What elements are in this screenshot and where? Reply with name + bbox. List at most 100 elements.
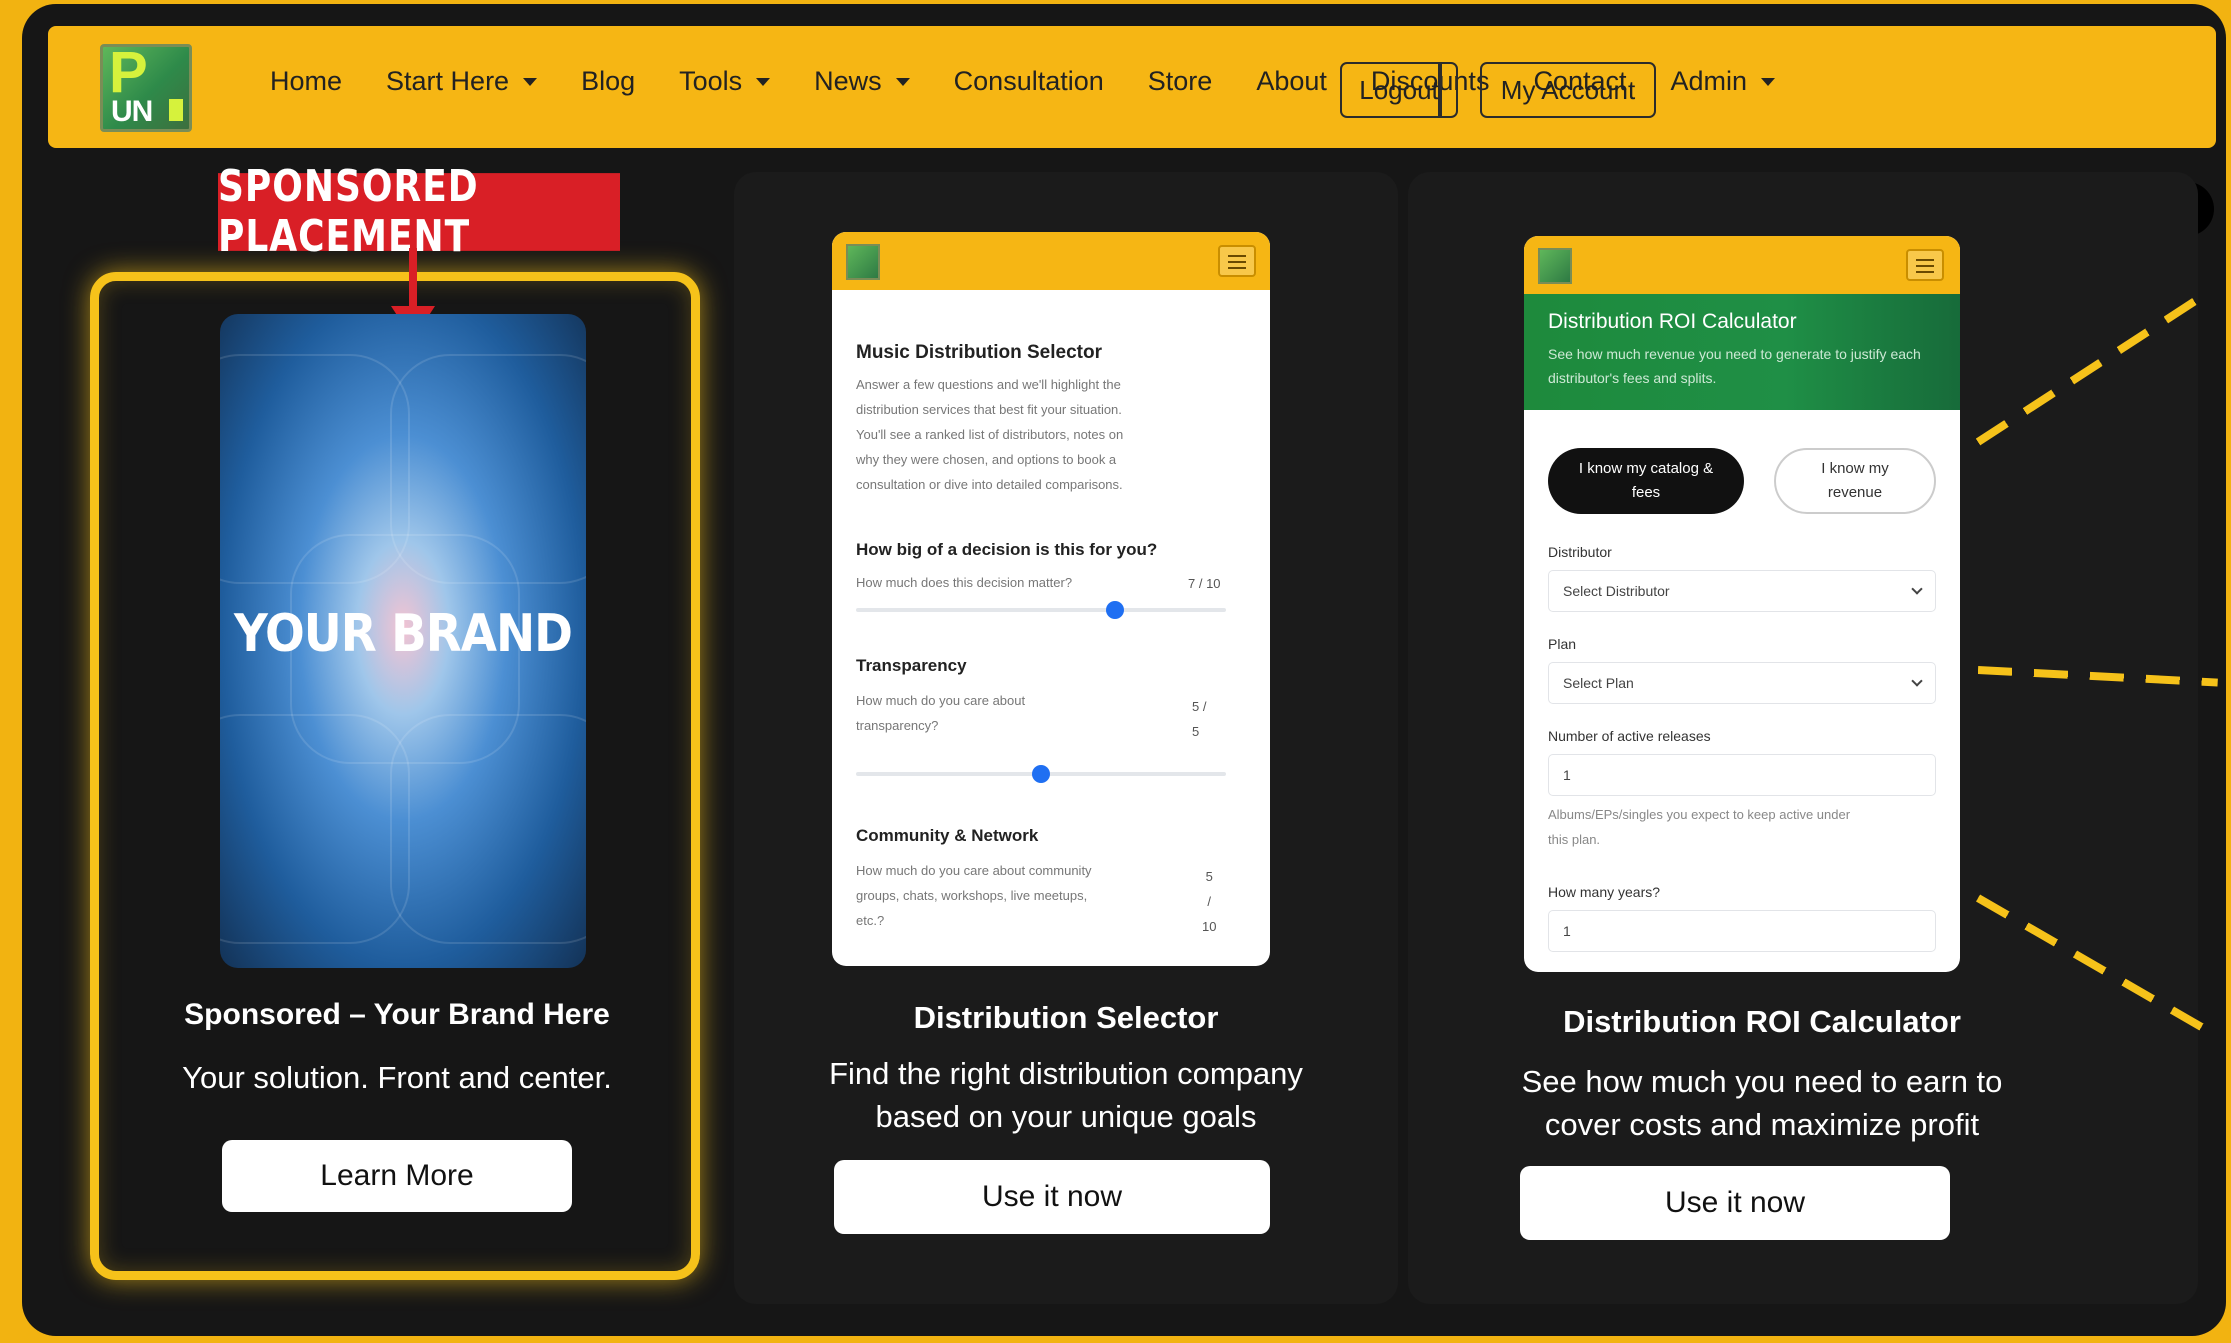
selector-use-button[interactable]: Use it now: [834, 1160, 1270, 1234]
selector-intro: Answer a few questions and we'll highlig…: [856, 372, 1123, 497]
nav-item-start-here[interactable]: Start Here: [386, 66, 538, 97]
q2-value-line: 5: [1192, 724, 1200, 739]
my-account-button[interactable]: My Account: [1480, 62, 1656, 118]
chevron-down-icon: [1911, 675, 1923, 687]
roi-phone-preview: Distribution ROI Calculator See how much…: [1524, 236, 1960, 972]
q1-value: 7 / 10: [1188, 576, 1221, 591]
q3-text-line: groups, chats, workshops, live meetups,: [856, 888, 1088, 903]
nav-item-label: Admin: [1670, 66, 1748, 96]
desc-line: based on your unique goals: [875, 1099, 1257, 1134]
nav-item-label: News: [814, 66, 882, 96]
roi-card-desc: See how much you need to earn to cover c…: [1442, 1060, 2082, 1146]
site-logo[interactable]: P UN: [100, 44, 192, 132]
q3-value-line: 5: [1205, 869, 1213, 884]
nav-item-tools[interactable]: Tools: [679, 66, 771, 97]
selector-card-title: Distribution Selector: [913, 1000, 1219, 1035]
phone-header: [832, 232, 1270, 290]
q3-title: Community & Network: [856, 826, 1039, 845]
nav-item-label: Blog: [581, 66, 636, 96]
caret-down-icon: [756, 77, 771, 86]
q3-text-line: How much do you care about community: [856, 863, 1092, 878]
caret-down-icon: [895, 77, 910, 86]
nav-item-label: Consultation: [953, 66, 1104, 96]
roi-subheading: See how much revenue you need to generat…: [1548, 346, 1921, 386]
intro-line: consultation or dive into detailed compa…: [856, 477, 1123, 492]
plan-label: Plan: [1548, 636, 1577, 652]
learn-more-button[interactable]: Learn More: [222, 1140, 572, 1212]
mini-logo-icon: [846, 244, 880, 280]
q3-value: 5 / 10: [1202, 864, 1216, 939]
years-input[interactable]: 1: [1548, 910, 1936, 952]
q3-value-line: /: [1207, 894, 1212, 909]
logo-mark: [169, 99, 183, 121]
pill-line: revenue: [1827, 484, 1883, 501]
intro-line: You'll see a ranked list of distributors…: [856, 427, 1124, 442]
intro-line: why they were chosen, and options to boo…: [856, 452, 1117, 467]
roi-header-banner: Distribution ROI Calculator See how much…: [1524, 294, 1960, 410]
nav-item-label: Start Here: [386, 66, 510, 96]
roi-heading: Distribution ROI Calculator: [1548, 310, 1797, 333]
releases-label: Number of active releases: [1548, 728, 1711, 744]
nav-item-consultation[interactable]: Consultation: [954, 66, 1104, 97]
plan-select[interactable]: Select Plan: [1548, 662, 1936, 704]
distributor-label: Distributor: [1548, 544, 1612, 560]
q3-value-line: 10: [1202, 919, 1217, 934]
nav-item-about[interactable]: About: [1256, 66, 1327, 97]
nav-spacer: [1438, 62, 1442, 118]
chevron-down-icon: [1911, 583, 1923, 595]
sponsor-arrow-shaft: [409, 248, 417, 310]
help-line: this plan.: [1548, 832, 1601, 847]
desc-line: See how much you need to earn to: [1521, 1064, 2003, 1099]
logo-letters-un: UN: [111, 95, 153, 128]
nav-item-blog[interactable]: Blog: [581, 66, 635, 97]
plan-select-value: Select Plan: [1563, 675, 1634, 691]
q1-text: How much does this decision matter?: [856, 575, 1073, 590]
roi-card-title: Distribution ROI Calculator: [1563, 1004, 1961, 1039]
q2-text-line: transparency?: [856, 718, 939, 733]
nav-item-admin[interactable]: Admin: [1671, 66, 1776, 97]
q2-text-line: How much do you care about: [856, 693, 1026, 708]
distributor-select-value: Select Distributor: [1563, 583, 1670, 599]
hamburger-menu-icon: [1906, 249, 1944, 281]
caret-down-icon: [523, 77, 538, 86]
hamburger-menu-icon: [1218, 245, 1256, 277]
brand-placeholder-text: YOUR BRAND: [234, 604, 573, 664]
nav-item-store[interactable]: Store: [1148, 66, 1213, 97]
pill-line: fees: [1631, 484, 1661, 501]
app-frame: P UN Home Start Here Blog Tools News Consulta…: [22, 4, 2226, 1336]
q3-text-line: etc.?: [856, 913, 885, 928]
phone-header: [1524, 236, 1960, 294]
roi-use-button[interactable]: Use it now: [1520, 1166, 1950, 1240]
pill-line: I know my catalog &: [1578, 460, 1714, 477]
distributor-select[interactable]: Select Distributor: [1548, 570, 1936, 612]
sponsored-placement-tag: SPONSORED PLACEMENT: [218, 162, 620, 262]
mini-logo-icon: [1538, 248, 1572, 284]
sponsor-brand-image: YOUR BRAND: [220, 314, 586, 968]
releases-help: Albums/EPs/singles you expect to keep ac…: [1548, 802, 1850, 852]
top-navbar: P UN Home Start Here Blog Tools News Consulta…: [48, 26, 2216, 148]
q2-value-line: 5 /: [1192, 699, 1207, 714]
intro-line: Answer a few questions and we'll highlig…: [856, 377, 1121, 392]
sponsored-card-desc: Your solution. Front and center.: [182, 1060, 612, 1095]
q1-slider-knob[interactable]: [1106, 601, 1124, 619]
revenue-toggle[interactable]: I know my revenue: [1774, 448, 1936, 514]
nav-item-news[interactable]: News: [814, 66, 910, 97]
intro-line: distribution services that best fit your…: [856, 402, 1122, 417]
nav-item-home[interactable]: Home: [270, 66, 342, 97]
q1-slider[interactable]: [856, 601, 1226, 619]
nav-item-label: About: [1256, 66, 1327, 96]
desc-line: Find the right distribution company: [829, 1056, 1303, 1091]
catalog-fees-toggle[interactable]: I know my catalog & fees: [1548, 448, 1744, 514]
sponsored-card-title: Sponsored – Your Brand Here: [184, 998, 610, 1031]
nav-item-label: Tools: [679, 66, 743, 96]
pill-line: I know my: [1821, 460, 1889, 477]
q2-slider[interactable]: [856, 765, 1226, 783]
q2-text: How much do you care about transparency?: [856, 688, 1025, 738]
selector-heading: Music Distribution Selector: [856, 342, 1102, 363]
q2-value: 5 / 5: [1192, 694, 1206, 744]
desc-line: cover costs and maximize profit: [1544, 1107, 1980, 1142]
nav-item-label: Home: [270, 66, 343, 96]
q2-slider-knob[interactable]: [1032, 765, 1050, 783]
releases-input[interactable]: 1: [1548, 754, 1936, 796]
caret-down-icon: [1761, 77, 1776, 86]
